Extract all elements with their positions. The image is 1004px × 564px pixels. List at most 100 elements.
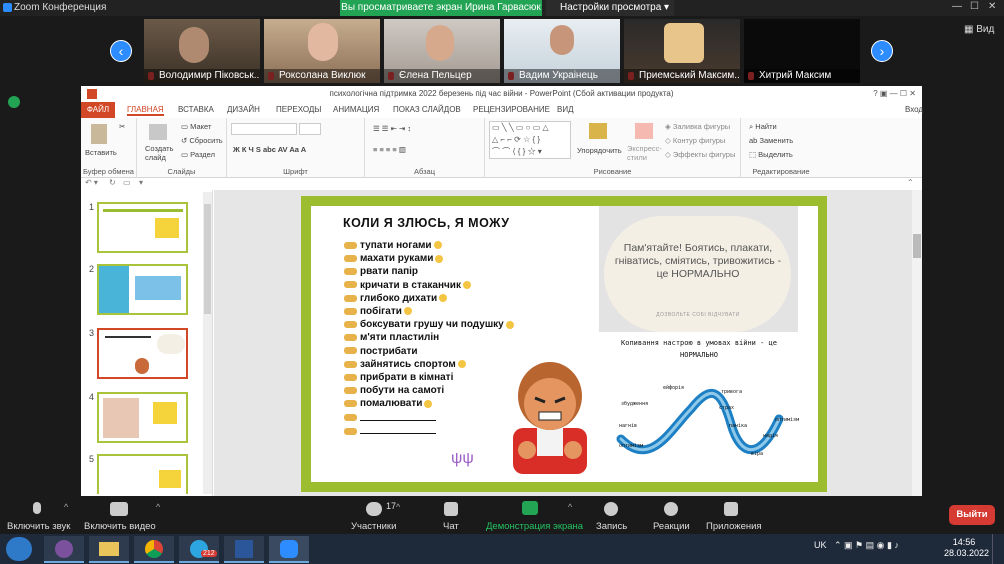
apps-icon[interactable]: [724, 502, 738, 516]
paste-icon[interactable]: [91, 124, 107, 144]
chrome-icon[interactable]: [134, 536, 174, 563]
video-options-caret[interactable]: ^: [156, 502, 160, 512]
arrange-icon[interactable]: [589, 123, 607, 139]
unmute-button[interactable]: Включить звук: [7, 521, 70, 532]
cut-icon[interactable]: ✂: [119, 122, 125, 131]
find-button[interactable]: ⌕ Найти: [749, 122, 777, 132]
participant-video[interactable]: Приемський Максим...: [624, 19, 740, 83]
slide-thumbnail[interactable]: [97, 264, 188, 315]
slides-group: Создать слайд ▭ Макет ↺ Сбросить ▭ Разде…: [137, 118, 227, 178]
reactions-icon[interactable]: [664, 502, 678, 516]
participant-name: Приемський Максим...: [624, 69, 740, 83]
leave-button[interactable]: Выйти: [949, 505, 995, 525]
record-icon[interactable]: [604, 502, 618, 516]
record-button[interactable]: Запись: [596, 521, 627, 532]
tab-file[interactable]: ФАЙЛ: [81, 102, 115, 118]
tab-review[interactable]: РЕЦЕНЗИРОВАНИЕ: [473, 105, 550, 114]
wave-label: тривога: [721, 389, 742, 395]
align-buttons[interactable]: ≡ ≡ ≡ ≡ ▥: [373, 145, 406, 154]
font-name-field[interactable]: [231, 123, 297, 135]
arrange-button[interactable]: Упорядочить: [577, 146, 622, 155]
participant-video[interactable]: Єлена Пельцер: [384, 19, 500, 83]
font-format-buttons[interactable]: Ж К Ч S abc AV Aa A: [233, 145, 306, 154]
new-slide-icon[interactable]: [149, 124, 167, 140]
slide-thumbnail[interactable]: [97, 454, 188, 494]
muted-mic-icon[interactable]: [30, 502, 44, 516]
quick-styles-icon[interactable]: [635, 123, 653, 139]
tab-design[interactable]: ДИЗАЙН: [227, 105, 260, 114]
share-screen-button[interactable]: Демонстрация экрана: [486, 521, 583, 532]
tab-animation[interactable]: АНИМАЦИЯ: [333, 105, 379, 114]
apps-button[interactable]: Приложения: [706, 521, 762, 532]
participant-video[interactable]: Хитрий Максим: [744, 19, 860, 83]
participants-caret[interactable]: ^: [396, 502, 400, 512]
shapes-gallery[interactable]: ▭ ╲ ╲ ▭ ○ ▭ △ △ ⌐ ⌐ ⟳ ☆ { } ⌒ ⌒ ⟨ { } ☆ ▾: [489, 121, 571, 159]
view-options-button[interactable]: Настройки просмотра ▾: [546, 0, 674, 16]
shape-fill-button[interactable]: ◈ Заливка фигуры: [665, 122, 730, 131]
zoom-taskbar-icon[interactable]: [269, 536, 309, 563]
chat-icon[interactable]: [444, 502, 458, 516]
thumbnail-image: [103, 398, 139, 438]
ribbon-collapse-icon[interactable]: ⌃: [907, 178, 914, 187]
workspace-scroll-thumb[interactable]: [913, 234, 921, 258]
font-size-field[interactable]: [299, 123, 321, 135]
tab-slideshow[interactable]: ПОКАЗ СЛАЙДОВ: [393, 105, 461, 114]
minimize-icon[interactable]: —: [952, 1, 962, 12]
language-indicator[interactable]: UK: [814, 540, 827, 550]
next-page-button[interactable]: ›: [871, 40, 893, 62]
taskbar-clock[interactable]: 14:56 28.03.2022: [944, 537, 989, 559]
show-desktop-button[interactable]: [992, 534, 1004, 564]
redo-icon[interactable]: ↻: [109, 178, 116, 187]
select-button[interactable]: ⬚ Выделить: [749, 150, 793, 159]
viber-icon[interactable]: [44, 536, 84, 563]
start-button-icon[interactable]: [6, 537, 32, 561]
tab-home[interactable]: ГЛАВНАЯ: [127, 105, 164, 116]
tab-view[interactable]: ВИД: [557, 105, 574, 114]
layout-button[interactable]: ▭ Макет: [181, 122, 211, 131]
sign-in-link[interactable]: Вход: [905, 105, 923, 114]
video-off-icon[interactable]: [110, 502, 128, 516]
undo-icon[interactable]: ↶ ▾: [85, 178, 98, 187]
slide-thumbnail[interactable]: [97, 392, 188, 443]
share-screen-icon[interactable]: [522, 501, 538, 515]
prev-page-button[interactable]: ‹: [110, 40, 132, 62]
customize-qat-icon[interactable]: ▾: [139, 178, 143, 187]
audio-options-caret[interactable]: ^: [64, 502, 68, 512]
section-button[interactable]: ▭ Раздел: [181, 150, 215, 159]
tray-icons[interactable]: ⌃ ▣ ⚑ ▤ ◉ ▮ ♪: [834, 540, 899, 551]
slideshow-icon[interactable]: ▭: [123, 178, 131, 187]
chat-button[interactable]: Чат: [443, 521, 459, 532]
shape-outline-button[interactable]: ◇ Контур фигуры: [665, 136, 725, 145]
participants-button[interactable]: Участники: [351, 521, 396, 532]
participant-video[interactable]: Вадим Украінець: [504, 19, 620, 83]
reactions-button[interactable]: Реакции: [653, 521, 690, 532]
anger-list-text: боксувати грушу чи подушку: [360, 319, 504, 331]
thumbnails-scroll-thumb[interactable]: [204, 204, 211, 314]
slide-thumbnail-selected[interactable]: [97, 328, 188, 379]
file-explorer-icon[interactable]: [89, 536, 129, 563]
start-video-button[interactable]: Включить видео: [84, 521, 156, 532]
slide-thumbnail[interactable]: [97, 202, 188, 253]
view-toggle[interactable]: ▦ Вид: [964, 24, 994, 35]
ppt-title-bar: психологічна підтримка 2022 березень під…: [81, 86, 922, 102]
reset-button[interactable]: ↺ Сбросить: [181, 136, 223, 145]
slide-thumbnails-panel: 1 2 3 4 5: [81, 190, 213, 496]
shape-fill-label: Заливка фигуры: [672, 122, 731, 131]
share-options-caret[interactable]: ^: [568, 502, 572, 512]
shape-effects-button[interactable]: ◇ Эффекты фигуры: [665, 150, 735, 159]
tab-transitions[interactable]: ПЕРЕХОДЫ: [276, 105, 321, 114]
list-buttons[interactable]: ☰ ☰ ⇤ ⇥ ↕: [373, 124, 411, 133]
paste-button[interactable]: Вставить: [85, 148, 117, 157]
replace-button[interactable]: ab Заменить: [749, 136, 793, 145]
maximize-icon[interactable]: ☐: [970, 1, 979, 12]
tab-insert[interactable]: ВСТАВКА: [178, 105, 214, 114]
participants-icon[interactable]: [366, 502, 382, 516]
telegram-icon[interactable]: 212: [179, 536, 219, 563]
close-icon[interactable]: ✕: [988, 1, 996, 12]
participant-video[interactable]: Роксолана Виклюк: [264, 19, 380, 83]
quick-styles-button[interactable]: Экспресс-стили: [627, 144, 662, 162]
participant-video[interactable]: Володимир Піковськ...: [144, 19, 260, 83]
ppt-window-controls[interactable]: ? ▣ — ☐ ✕: [873, 86, 916, 102]
new-slide-button[interactable]: Создать слайд: [145, 144, 175, 162]
word-icon[interactable]: [224, 536, 264, 563]
